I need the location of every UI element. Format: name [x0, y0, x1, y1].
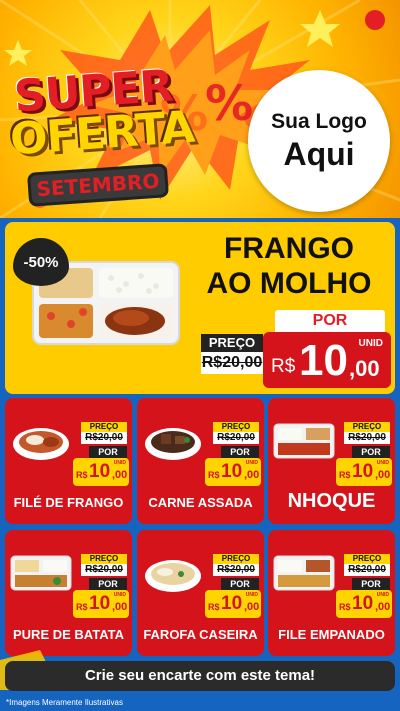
price-decimal: ,00 — [375, 601, 391, 613]
price-unit: UNID — [376, 592, 389, 598]
logo-placeholder[interactable]: Sua Logo Aqui — [248, 70, 390, 212]
price-currency: R$ — [208, 470, 220, 480]
old-price-box: PREÇO R$20,00 — [213, 554, 259, 576]
product-name: FILÉ DE FRANGO — [13, 495, 124, 510]
dish-bowl-image — [145, 428, 201, 460]
price-currency: R$ — [208, 602, 220, 612]
price-integer: 10 — [221, 461, 243, 482]
super-oferta-title: SUPER OFERTA SETEMBRO — [8, 56, 230, 207]
old-price-label: PREÇO — [344, 422, 390, 432]
old-price-value: R$20,00 — [344, 432, 390, 444]
product-card-carne-assada[interactable]: PREÇO R$20,00 POR R$ 10 ,00 UNID CARNE A… — [137, 398, 264, 524]
old-price-value: R$20,00 — [213, 432, 259, 444]
por-label: POR — [352, 446, 390, 458]
por-label: POR — [221, 578, 259, 590]
price-integer: 10 — [352, 593, 374, 614]
price-unit: UNID — [376, 460, 389, 466]
price-tag: R$ 10 ,00 UNID — [73, 590, 129, 618]
old-price-box: PREÇO R$20,00 — [81, 422, 127, 444]
price-decimal: ,00 — [349, 356, 380, 381]
month-badge: SETEMBRO — [26, 163, 170, 207]
product-card-pure-de-batata[interactable]: PREÇO R$20,00 POR R$ 10 ,00 UNID PURE DE… — [5, 530, 132, 656]
price-unit: UNID — [245, 592, 258, 598]
logo-text-line1: Sua Logo — [271, 109, 367, 133]
price-tag: R$ 10 ,00 UNID — [73, 458, 129, 486]
old-price-label: PREÇO — [81, 422, 127, 432]
price-unit: UNID — [113, 460, 126, 466]
product-name: FAROFA CASEIRA — [143, 627, 258, 642]
product-name: PURE DE BATATA — [13, 627, 124, 642]
price-currency: R$ — [76, 602, 88, 612]
price-unit: UNID — [358, 338, 383, 349]
product-name: NHOQUE — [287, 490, 376, 512]
price-tag: R$ 10 ,00 UNID — [205, 458, 261, 486]
old-price-label: PREÇO — [81, 554, 127, 564]
dish-tray-image — [273, 423, 335, 459]
product-card-farofa-caseira[interactable]: PREÇO R$20,00 POR R$ 10 ,00 UNID FAROFA … — [137, 530, 264, 656]
featured-name-line1: FRANGO — [224, 232, 354, 265]
logo-text-line2: Aqui — [283, 135, 355, 172]
product-card-file-de-frango[interactable]: PREÇO R$20,00 POR R$ 10 ,00 UNID FILÉ DE… — [5, 398, 132, 524]
price-integer: 10 — [89, 593, 111, 614]
old-price-box: PREÇO R$20,00 — [344, 554, 390, 576]
price-unit: UNID — [245, 460, 258, 466]
old-price-value: R$20,00 — [81, 432, 127, 444]
price-integer: 10 — [89, 461, 111, 482]
create-flyer-button[interactable]: Crie seu encarte com este tema! — [5, 661, 395, 691]
header-banner: % % SUPER OFERTA SETEMBRO Sua Logo Aqui — [0, 0, 400, 218]
product-name: CARNE ASSADA — [148, 495, 253, 510]
month-label: SETEMBRO — [35, 168, 161, 202]
por-label: POR — [89, 446, 127, 458]
price-unit: UNID — [113, 592, 126, 598]
old-price-label: PREÇO — [344, 554, 390, 564]
discount-badge: -50% — [13, 238, 69, 286]
price-currency: R$ — [339, 602, 351, 612]
dish-tray-image — [10, 555, 72, 591]
old-price-value: R$20,00 — [81, 564, 127, 576]
dish-bowl-image — [145, 560, 201, 592]
featured-product-card[interactable]: -50% FRANGO AO MOLHO PREÇO R$20,00 POR R… — [5, 222, 395, 394]
disclaimer-note: *Imagens Meramente Ilustrativas — [6, 698, 123, 707]
price-decimal: ,00 — [244, 469, 260, 481]
price-currency: R$ — [76, 470, 88, 480]
featured-product-name: FRANGO AO MOLHO — [191, 232, 387, 301]
old-price-box: PREÇO R$20,00 — [213, 422, 259, 444]
dish-tray-image — [273, 555, 335, 591]
featured-name-line2: AO MOLHO — [206, 266, 372, 300]
old-price-value: R$20,00 — [201, 352, 263, 374]
old-price-label: PREÇO — [213, 554, 259, 564]
dish-bowl-image — [13, 428, 69, 460]
old-price-value: R$20,00 — [213, 564, 259, 576]
price-tag: R$ 10 ,00 UNID — [205, 590, 261, 618]
por-label: POR — [89, 578, 127, 590]
product-name: FILE EMPANADO — [278, 627, 385, 642]
old-price-value: R$20,00 — [344, 564, 390, 576]
por-label: POR — [352, 578, 390, 590]
old-price-box: PREÇO R$20,00 — [344, 422, 390, 444]
price-tag: R$ 10 ,00 UNID — [336, 590, 392, 618]
price-currency: R$ — [339, 470, 351, 480]
price-decimal: ,00 — [375, 469, 391, 481]
price-integer: 10 — [299, 336, 348, 385]
product-card-nhoque[interactable]: PREÇO R$20,00 POR R$ 10 ,00 UNID NHOQUE — [268, 398, 395, 524]
price-integer: 10 — [221, 593, 243, 614]
por-label: POR — [275, 310, 385, 332]
old-price-box: PREÇO R$20,00 — [81, 554, 127, 576]
old-price-label: PREÇO — [213, 422, 259, 432]
old-price-label: PREÇO — [201, 334, 263, 352]
price-decimal: ,00 — [244, 601, 260, 613]
price-decimal: ,00 — [112, 469, 128, 481]
old-price-box: PREÇO R$20,00 — [201, 334, 263, 376]
featured-price-tag: R$ 10 ,00 UNID — [263, 332, 391, 388]
price-decimal: ,00 — [112, 601, 128, 613]
price-integer: 10 — [352, 461, 374, 482]
product-card-file-empanado[interactable]: PREÇO R$20,00 POR R$ 10 ,00 UNID FILE EM… — [268, 530, 395, 656]
por-label: POR — [221, 446, 259, 458]
price-tag: R$ 10 ,00 UNID — [336, 458, 392, 486]
price-currency: R$ — [271, 356, 296, 377]
